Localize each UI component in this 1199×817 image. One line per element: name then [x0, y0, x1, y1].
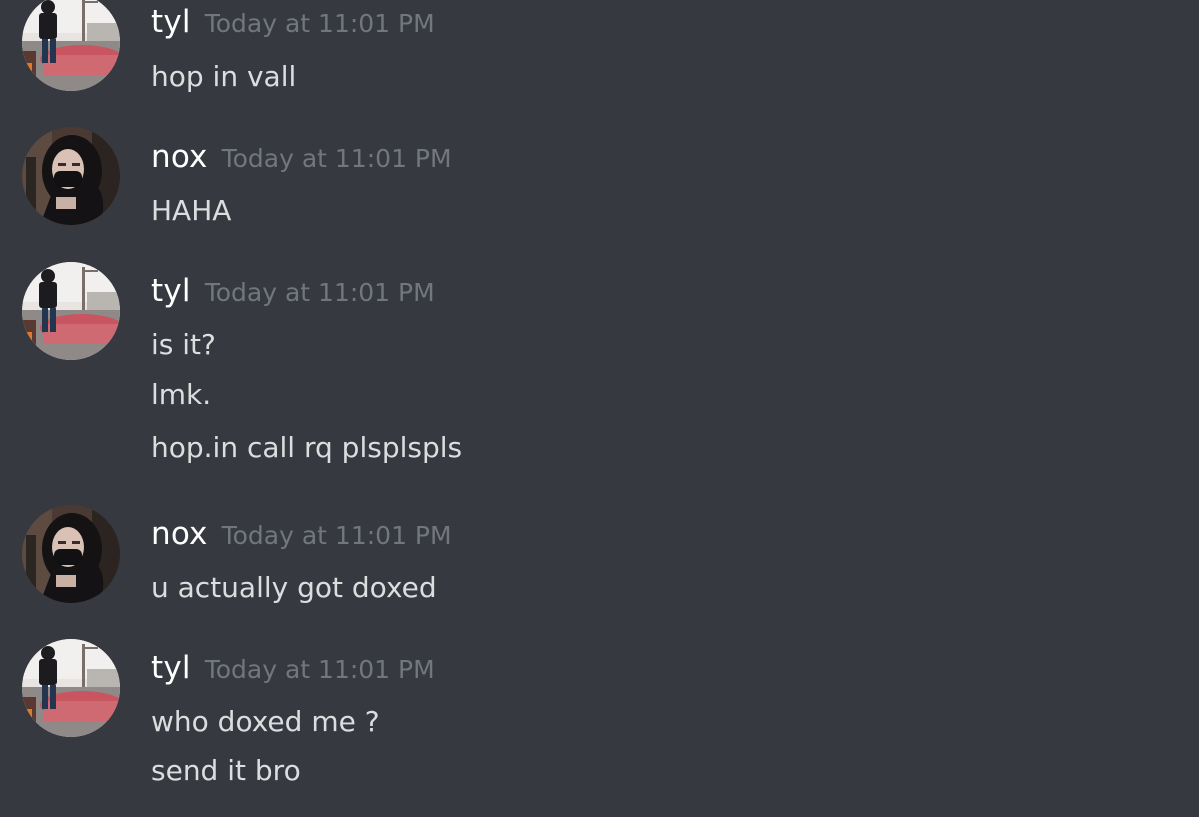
username[interactable]: nox — [151, 516, 208, 552]
timestamp: Today at 11:01 PM — [204, 655, 435, 684]
message-text: is it? — [151, 328, 216, 361]
timestamp: Today at 11:01 PM — [204, 278, 435, 307]
message-text: hop.in call rq plsplspls — [151, 431, 463, 464]
tyl-avatar-icon[interactable] — [22, 0, 120, 91]
tyl-avatar-icon[interactable] — [22, 639, 120, 737]
username[interactable]: tyl — [151, 4, 191, 40]
message-text: who doxed me ? — [151, 705, 380, 738]
username[interactable]: nox — [151, 139, 208, 175]
message-header: tyl Today at 11:01 PM — [151, 653, 435, 684]
timestamp: Today at 11:01 PM — [221, 521, 452, 550]
username[interactable]: tyl — [151, 650, 191, 686]
timestamp: Today at 11:01 PM — [221, 144, 452, 173]
message-header: nox Today at 11:01 PM — [151, 519, 452, 550]
username[interactable]: tyl — [151, 273, 191, 309]
timestamp: Today at 11:01 PM — [204, 9, 435, 38]
message-header: tyl Today at 11:01 PM — [151, 276, 435, 307]
message-text: hop in vall — [151, 60, 297, 93]
message-text: send it bro — [151, 754, 301, 787]
message-text: u actually got doxed — [151, 571, 437, 604]
nox-avatar-icon[interactable] — [22, 505, 120, 603]
tyl-avatar-icon[interactable] — [22, 262, 120, 360]
message-header: tyl Today at 11:01 PM — [151, 7, 435, 38]
nox-avatar-icon[interactable] — [22, 127, 120, 225]
message-text: HAHA — [151, 194, 232, 227]
message-header: nox Today at 11:01 PM — [151, 142, 452, 173]
message-text: lmk. — [151, 378, 212, 411]
